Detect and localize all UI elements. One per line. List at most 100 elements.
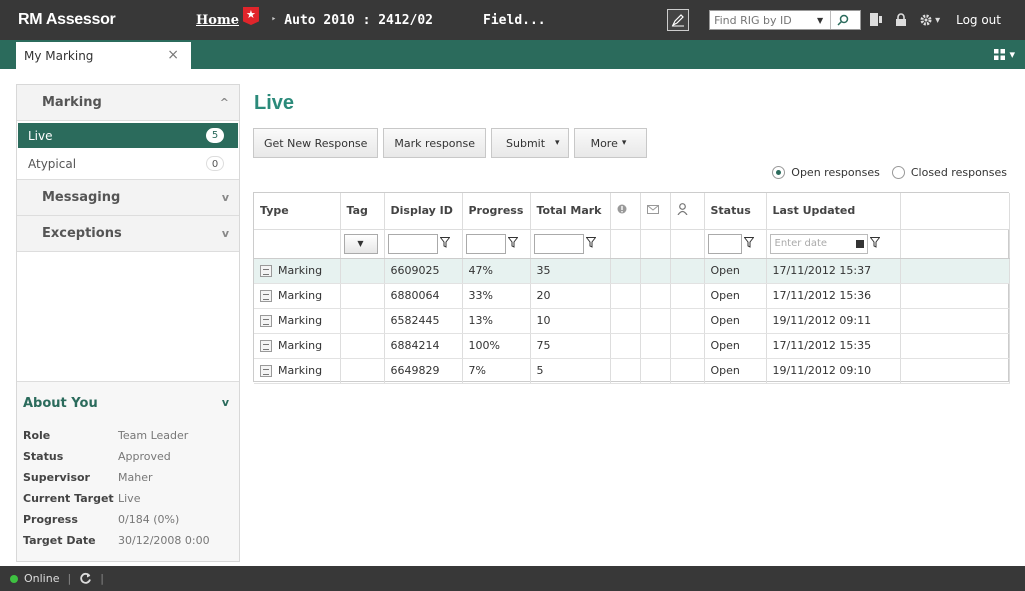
breadcrumb-field[interactable]: Field... <box>483 13 546 28</box>
chevron-down-icon: ▾ <box>621 138 627 148</box>
sidebar: Marking ^ Live 5 Atypical 0 Messaging v … <box>16 84 240 562</box>
status-bar: Online | | <box>0 566 1025 591</box>
filter-icon[interactable] <box>438 236 451 251</box>
sidebar-item-label: Atypical <box>28 156 77 171</box>
document-icon <box>260 340 272 352</box>
filter-icon[interactable] <box>584 236 597 251</box>
more-label: More <box>590 136 618 150</box>
page-title: Live <box>254 92 295 114</box>
get-new-response-button[interactable]: Get New Response <box>253 128 379 158</box>
grid-menu-button[interactable]: ▾ <box>994 48 1015 61</box>
radio-open-responses[interactable]: Open responses <box>772 166 880 179</box>
home-badge-icon: ★ <box>242 7 259 25</box>
about-key: Supervisor <box>23 471 90 484</box>
cell-status: Open <box>704 283 767 309</box>
close-icon[interactable]: × <box>167 47 179 63</box>
search-icon[interactable] <box>830 11 854 29</box>
accordion-marking-title: Marking <box>42 95 102 110</box>
cell-total-mark: 35 <box>530 258 611 284</box>
column-header-status[interactable]: Status <box>704 193 767 230</box>
cell-total-mark: 75 <box>530 333 611 359</box>
breadcrumb-qualification[interactable]: Auto 2010 : 2412/02 <box>284 13 433 28</box>
table-row[interactable]: Marking 6582445 13% 10 Open 19/11/2012 0… <box>254 308 1010 334</box>
cell-last-updated: 19/11/2012 09:10 <box>766 358 901 384</box>
table-row[interactable]: Marking 6880064 33% 20 Open 17/11/2012 1… <box>254 283 1010 309</box>
more-button[interactable]: More ▾ <box>573 128 648 158</box>
lock-icon[interactable] <box>895 13 907 27</box>
total-mark-filter-input[interactable] <box>533 233 584 254</box>
about-key: Role <box>23 429 51 442</box>
cell-tag <box>340 358 385 384</box>
device-icon[interactable] <box>869 12 883 28</box>
about-key: Target Date <box>23 534 96 547</box>
column-header-tag[interactable]: Tag <box>340 193 385 230</box>
gear-icon[interactable]: ▾ <box>919 13 940 27</box>
cell-tag <box>340 258 385 284</box>
document-icon <box>260 315 272 327</box>
column-header-mail[interactable] <box>640 193 671 230</box>
cell-progress: 33% <box>462 283 531 309</box>
status-filter-input[interactable] <box>707 233 742 254</box>
filter-icon[interactable] <box>868 236 881 251</box>
display-id-filter-input[interactable] <box>387 233 438 254</box>
cell-progress: 13% <box>462 308 531 334</box>
find-dropdown-icon[interactable]: ▼ <box>810 16 830 25</box>
table-row[interactable]: Marking 6649829 7% 5 Open 19/11/2012 09:… <box>254 358 1010 384</box>
radio-unchecked-icon <box>891 166 905 179</box>
column-header-flag[interactable] <box>610 193 641 230</box>
table-header-row: Type Tag Display ID Progress Total Mark … <box>254 193 1010 230</box>
sidebar-item-atypical[interactable]: Atypical 0 <box>18 151 238 176</box>
count-badge: 5 <box>206 128 224 143</box>
refresh-icon[interactable] <box>79 572 92 585</box>
accordion-messaging[interactable]: Messaging v <box>17 180 239 216</box>
responses-table: Type Tag Display ID Progress Total Mark … <box>254 193 1010 384</box>
radio-label: Closed responses <box>910 166 1007 179</box>
breadcrumb-arrow-icon: ‣ <box>270 15 277 25</box>
radio-closed-responses[interactable]: Closed responses <box>891 166 1007 179</box>
home-link[interactable]: Home <box>196 13 239 28</box>
mark-response-button[interactable]: Mark response <box>383 128 487 158</box>
date-filter-input[interactable]: Enter date <box>769 233 868 254</box>
filter-icon[interactable] <box>742 236 755 251</box>
filter-icon[interactable] <box>506 236 519 251</box>
progress-filter-input[interactable] <box>465 233 506 254</box>
column-header-progress[interactable]: Progress <box>462 193 531 230</box>
table-row[interactable]: Marking 6884214 100% 75 Open 17/11/2012 … <box>254 333 1010 359</box>
cell-status: Open <box>704 258 767 284</box>
responses-grid: Type Tag Display ID Progress Total Mark … <box>253 192 1010 384</box>
online-status-icon <box>10 574 18 583</box>
about-key: Status <box>23 450 64 463</box>
cell-type: Marking <box>278 339 323 352</box>
cell-progress: 100% <box>462 333 531 359</box>
cell-type: Marking <box>278 289 323 302</box>
about-you-title: About You <box>23 396 98 411</box>
column-header-type[interactable]: Type <box>254 193 341 230</box>
tag-filter-dropdown[interactable]: ▼ <box>343 233 378 254</box>
cell-last-updated: 17/11/2012 15:35 <box>766 333 901 359</box>
find-rig-input[interactable] <box>710 11 811 29</box>
calendar-icon[interactable] <box>855 239 864 248</box>
pen-icon[interactable] <box>667 9 690 31</box>
submit-button[interactable]: Submit ▾ <box>491 128 569 158</box>
about-value: Live <box>118 492 141 505</box>
column-header-last-updated[interactable]: Last Updated <box>766 193 901 230</box>
about-you-header[interactable]: About You v <box>23 396 233 411</box>
about-row: Role Team Leader <box>23 425 233 446</box>
cell-type: Marking <box>278 264 323 277</box>
cell-status: Open <box>704 358 767 384</box>
document-icon <box>260 290 272 302</box>
cell-display-id: 6649829 <box>384 358 463 384</box>
logout-link[interactable]: Log out <box>956 13 1001 27</box>
cell-status: Open <box>704 308 767 334</box>
column-header-person[interactable] <box>670 193 705 230</box>
column-header-display-id[interactable]: Display ID <box>384 193 463 230</box>
status-separator: | <box>67 572 72 585</box>
accordion-exceptions[interactable]: Exceptions v <box>17 216 239 252</box>
tab-my-marking[interactable]: My Marking × <box>16 42 191 69</box>
sidebar-item-live[interactable]: Live 5 <box>18 123 238 148</box>
about-row: Progress 0/184 (0%) <box>23 509 233 530</box>
accordion-marking[interactable]: Marking ^ <box>17 85 239 121</box>
column-header-total-mark[interactable]: Total Mark <box>530 193 611 230</box>
about-key: Progress <box>23 513 78 526</box>
table-row[interactable]: Marking 6609025 47% 35 Open 17/11/2012 1… <box>254 258 1010 284</box>
